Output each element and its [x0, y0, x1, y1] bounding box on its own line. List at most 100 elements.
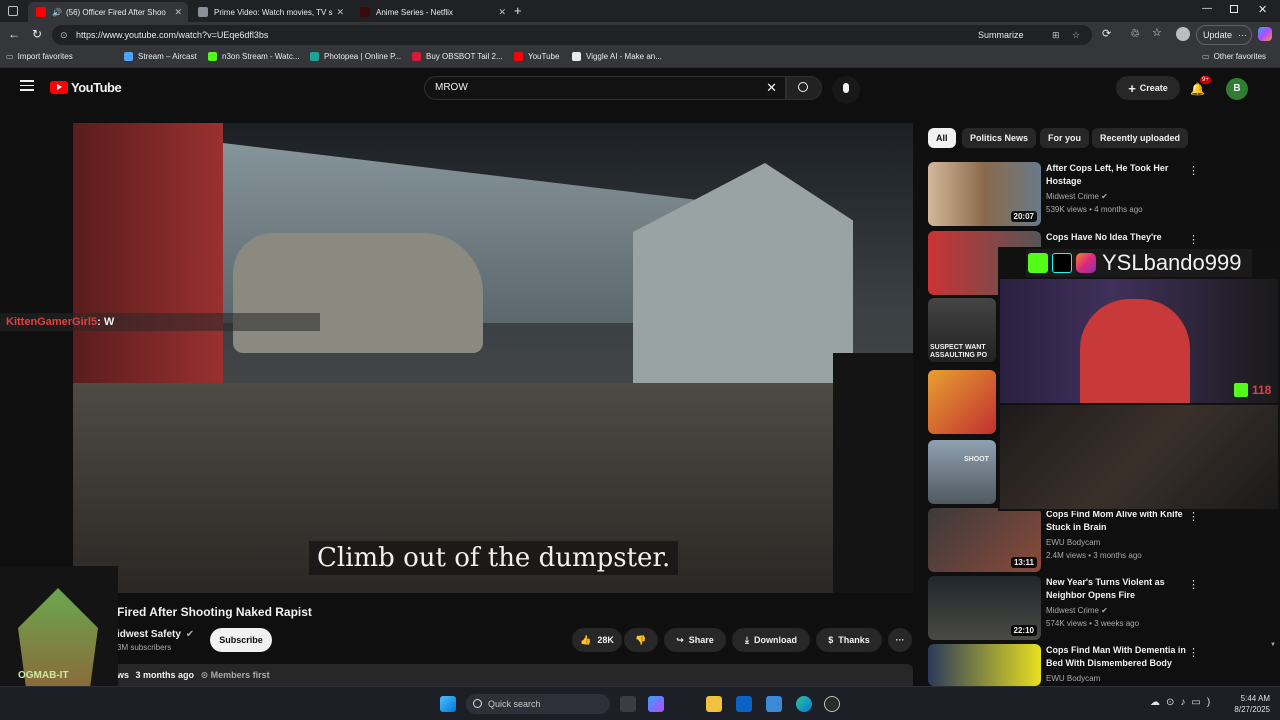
- outlook-icon[interactable]: [736, 696, 752, 712]
- rec-thumbnail[interactable]: SHOOT: [928, 440, 996, 504]
- rec-item[interactable]: 13:11 Cops Find Mom Alive with Knife Stu…: [928, 508, 1199, 572]
- more-vert-icon[interactable]: ⋮: [1188, 510, 1199, 523]
- verified-icon: ✔: [1101, 192, 1108, 201]
- kick-icon: [208, 52, 217, 61]
- rec-item[interactable]: 20:07 After Cops Left, He Took Her Hosta…: [928, 162, 1199, 226]
- scrollbar[interactable]: ▼: [1270, 642, 1276, 652]
- edge-icon[interactable]: [796, 696, 812, 712]
- like-button[interactable]: 👍 28K: [572, 628, 622, 652]
- rec-thumbnail[interactable]: 20:07: [928, 162, 1041, 226]
- other-favorites[interactable]: ▭ Other favorites: [1202, 52, 1266, 61]
- close-window-icon[interactable]: ✕: [1258, 3, 1267, 16]
- bookmark-aircast[interactable]: Stream – Aircast: [124, 52, 197, 61]
- verified-icon: ✔: [1101, 606, 1108, 615]
- site-info-icon[interactable]: ⊙: [60, 25, 68, 45]
- clock-date: 8/27/2025: [1234, 705, 1270, 714]
- new-tab-icon[interactable]: +: [514, 3, 522, 18]
- copilot-icon[interactable]: [648, 696, 664, 712]
- bookmark-photopea[interactable]: Photopea | Online P...: [310, 52, 401, 61]
- search-box[interactable]: MROW ✕: [424, 76, 786, 100]
- more-actions-button[interactable]: ···: [888, 628, 912, 652]
- youtube-logo[interactable]: YouTube: [50, 80, 122, 95]
- tab-youtube[interactable]: 🔊 (56) Officer Fired After Shoo ✕: [28, 2, 188, 22]
- tab-prime-video[interactable]: Prime Video: Watch movies, TV s ✕: [190, 2, 350, 22]
- voice-search-button[interactable]: [832, 76, 860, 104]
- account-avatar[interactable]: B: [1226, 78, 1248, 100]
- video-player[interactable]: Climb out of the dumpster.: [73, 123, 913, 593]
- members-icon: ⊙: [200, 670, 209, 680]
- notifications-button[interactable]: 🔔 9+: [1190, 76, 1211, 96]
- more-vert-icon[interactable]: ⋮: [1188, 164, 1199, 177]
- favorite-star-icon[interactable]: ☆: [1072, 25, 1080, 45]
- tab-actions-icon[interactable]: [8, 6, 18, 16]
- subscribe-button[interactable]: Subscribe: [210, 628, 272, 652]
- thanks-button[interactable]: $ Thanks: [816, 628, 882, 652]
- browser-tab-bar: 🔊 (56) Officer Fired After Shoo ✕ Prime …: [0, 0, 1280, 22]
- chip-recently-uploaded[interactable]: Recently uploaded: [1092, 128, 1189, 148]
- more-vert-icon[interactable]: ⋮: [1188, 233, 1199, 246]
- browser-essentials-icon[interactable]: ♲: [1130, 27, 1140, 40]
- back-icon[interactable]: ←: [8, 27, 20, 41]
- bookmark-label: Stream – Aircast: [138, 52, 197, 61]
- file-explorer-icon[interactable]: [706, 696, 722, 712]
- obs-icon[interactable]: [824, 696, 840, 712]
- chip-politics-news[interactable]: Politics News: [962, 128, 1037, 148]
- bookmark-obsbot[interactable]: Buy OBSBOT Tail 2...: [412, 52, 503, 61]
- more-vert-icon[interactable]: ⋮: [1188, 646, 1199, 659]
- rec-thumbnail[interactable]: SUSPECT WANT ASSAULTING PO: [928, 298, 996, 362]
- thumb-overlay-text: SHOOT: [964, 456, 989, 463]
- update-button[interactable]: Update ···: [1196, 25, 1252, 45]
- notification-badge: 9+: [1200, 76, 1211, 84]
- windows-start-icon[interactable]: [440, 696, 456, 712]
- bookmark-import[interactable]: ▭ Import favorites: [6, 52, 73, 61]
- task-view-icon[interactable]: [620, 696, 636, 712]
- search-input[interactable]: MROW: [435, 82, 468, 93]
- bookmark-label: YouTube: [528, 52, 560, 61]
- restore-icon[interactable]: [1230, 5, 1238, 13]
- photos-icon[interactable]: [766, 696, 782, 712]
- rec-thumbnail[interactable]: [928, 370, 996, 434]
- bookmark-label: Viggle AI - Make an...: [586, 52, 662, 61]
- copilot-icon[interactable]: [1258, 27, 1272, 41]
- description-box[interactable]: ws 3 months ago ⊙ Members first: [73, 664, 913, 686]
- rec-item[interactable]: Cops Find Man With Dementia in Bed With …: [928, 644, 1199, 686]
- taskbar-search[interactable]: Quick search: [466, 694, 610, 714]
- rec-item[interactable]: 22:10 New Year's Turns Violent as Neighb…: [928, 576, 1199, 640]
- bookmark-n3on[interactable]: n3on Stream - Watc...: [208, 52, 300, 61]
- close-tab-icon[interactable]: ✕: [174, 7, 182, 18]
- download-button[interactable]: ⤓ Download: [732, 628, 810, 652]
- extensions-icon[interactable]: ⟳: [1102, 27, 1111, 40]
- rec-thumbnail[interactable]: 13:11: [928, 508, 1041, 572]
- search-button[interactable]: [786, 76, 822, 100]
- clock[interactable]: 5:44 AM 8/27/2025: [1224, 693, 1270, 715]
- clear-search-icon[interactable]: ✕: [766, 80, 777, 96]
- channel-name[interactable]: idwest Safety ✔: [117, 629, 194, 640]
- menu-icon[interactable]: [20, 80, 34, 91]
- more-vert-icon[interactable]: ⋮: [1188, 578, 1199, 591]
- obsbot-icon: [412, 52, 421, 61]
- dislike-button[interactable]: 👎: [624, 628, 658, 652]
- tab-netflix[interactable]: Anime Series - Netflix ✕: [352, 2, 512, 22]
- folder-icon: ▭: [1202, 52, 1210, 61]
- tab-label: Anime Series - Netflix: [376, 7, 453, 17]
- refresh-icon[interactable]: ↻: [32, 27, 42, 41]
- photopea-icon: [310, 52, 319, 61]
- close-tab-icon[interactable]: ✕: [498, 7, 506, 18]
- favorites-icon[interactable]: ☆: [1152, 26, 1162, 39]
- minimize-icon[interactable]: —: [1202, 3, 1212, 14]
- profile-avatar[interactable]: [1176, 27, 1190, 41]
- summarize-button[interactable]: Summarize: [978, 25, 1024, 45]
- rec-thumbnail[interactable]: [928, 644, 1041, 686]
- clock-time: 5:44 AM: [1240, 694, 1270, 703]
- bookmark-youtube[interactable]: YouTube: [514, 52, 559, 61]
- address-bar[interactable]: ⊙ https://www.youtube.com/watch?v=UEqe6d…: [52, 25, 1092, 45]
- create-button[interactable]: + Create: [1116, 76, 1180, 100]
- bookmark-viggle[interactable]: Viggle AI - Make an...: [572, 52, 662, 61]
- close-tab-icon[interactable]: ✕: [336, 7, 344, 18]
- system-tray[interactable]: ☁⊙♪▭): [1150, 697, 1216, 708]
- chip-for-you[interactable]: For you: [1040, 128, 1089, 148]
- split-view-icon[interactable]: ⊞: [1052, 25, 1060, 45]
- share-button[interactable]: ↪ Share: [664, 628, 726, 652]
- chip-all[interactable]: All: [928, 128, 956, 148]
- rec-thumbnail[interactable]: 22:10: [928, 576, 1041, 640]
